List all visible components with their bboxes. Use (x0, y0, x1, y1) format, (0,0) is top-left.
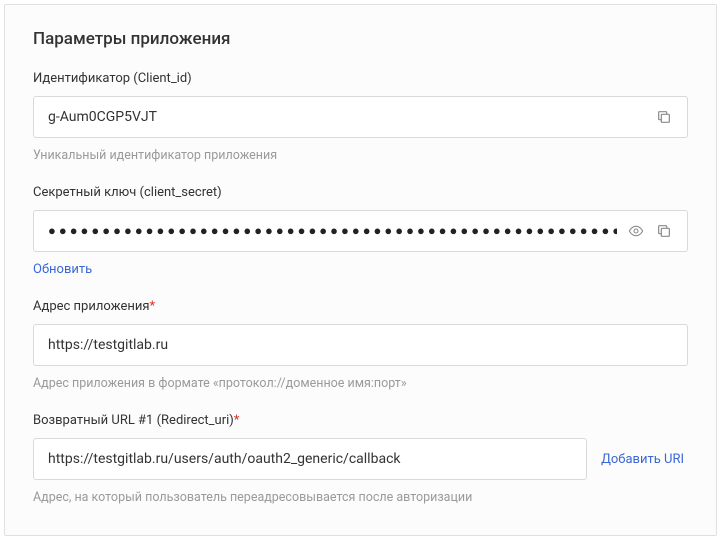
refresh-secret-link[interactable]: Обновить (33, 262, 92, 277)
app-url-label-text: Адрес приложения (33, 299, 150, 314)
client-id-group: Идентификатор (Client_id) g-Aum0CGP5VJT … (33, 71, 688, 163)
app-url-input[interactable] (48, 337, 673, 353)
redirect-label: Возвратный URL #1 (Redirect_uri)* (33, 413, 688, 428)
client-id-value: g-Aum0CGP5VJT (48, 109, 645, 125)
client-id-helper: Уникальный идентификатор приложения (33, 148, 688, 163)
redirect-helper: Адрес, на который пользователь переадрес… (33, 490, 688, 505)
app-url-group: Адрес приложения* Адрес приложения в фор… (33, 299, 688, 391)
app-params-panel: Параметры приложения Идентификатор (Clie… (4, 4, 717, 536)
app-url-label: Адрес приложения* (33, 299, 688, 314)
client-secret-group: Секретный ключ (client_secret) ●●●●●●●●●… (33, 185, 688, 277)
client-id-label: Идентификатор (Client_id) (33, 71, 688, 86)
copy-icon[interactable] (655, 108, 673, 126)
redirect-input[interactable] (48, 451, 572, 467)
client-id-box: g-Aum0CGP5VJT (33, 96, 688, 138)
app-url-helper: Адрес приложения в формате «протокол://д… (33, 376, 688, 391)
required-mark: * (234, 413, 240, 428)
add-uri-link[interactable]: Добавить URI (597, 452, 688, 467)
redirect-label-text: Возвратный URL #1 (Redirect_uri) (33, 413, 234, 428)
redirect-box[interactable] (33, 438, 587, 480)
app-url-box[interactable] (33, 324, 688, 366)
client-secret-box: ●●●●●●●●●●●●●●●●●●●●●●●●●●●●●●●●●●●●●●●●… (33, 210, 688, 252)
redirect-row: Добавить URI (33, 438, 688, 480)
redirect-group: Возвратный URL #1 (Redirect_uri)* Добави… (33, 413, 688, 505)
client-secret-label: Секретный ключ (client_secret) (33, 185, 688, 200)
copy-icon[interactable] (655, 222, 673, 240)
required-mark: * (150, 299, 156, 314)
client-secret-masked: ●●●●●●●●●●●●●●●●●●●●●●●●●●●●●●●●●●●●●●●●… (48, 225, 617, 238)
panel-title: Параметры приложения (33, 29, 688, 49)
eye-icon[interactable] (627, 222, 645, 240)
